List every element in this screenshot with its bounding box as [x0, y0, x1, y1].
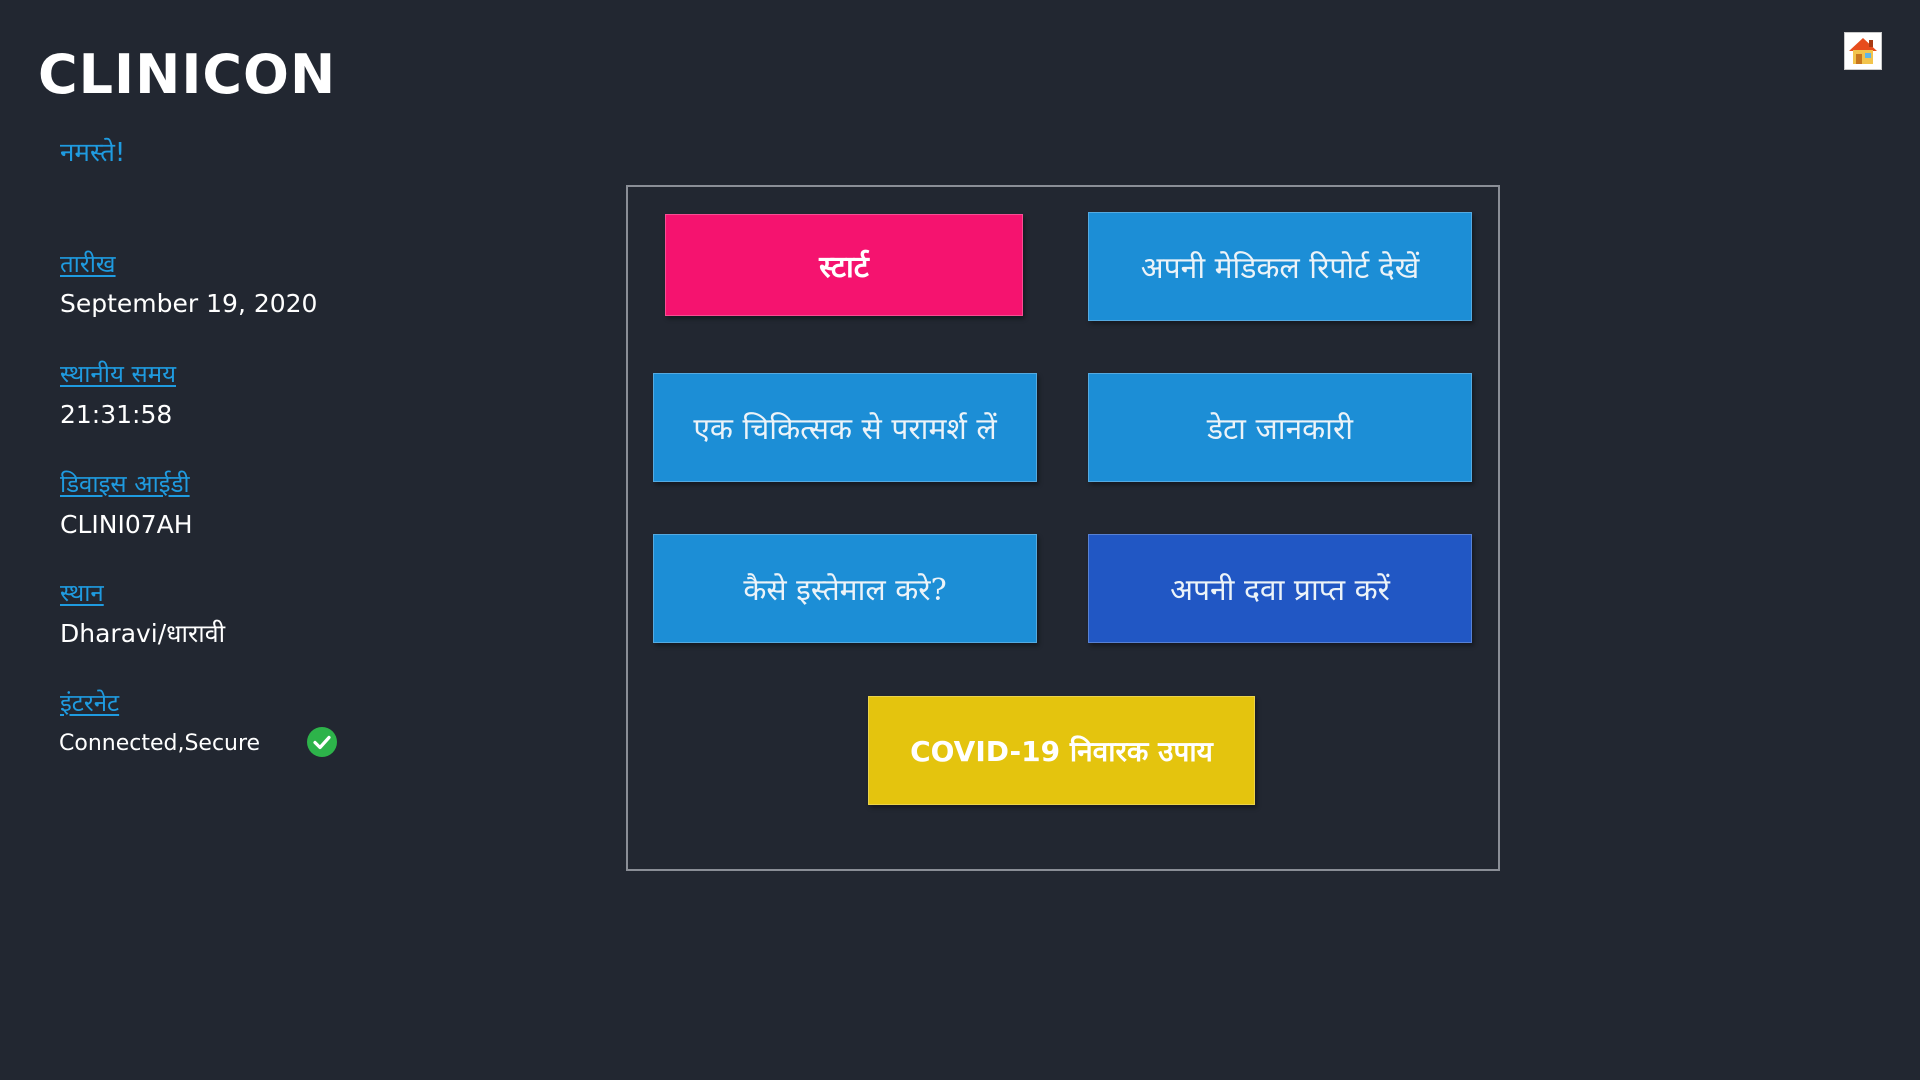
home-icon: [1849, 38, 1877, 64]
date-value: September 19, 2020: [60, 289, 318, 318]
clinicon-home-screen: CLINICON नमस्ते! तारीख September 19, 202…: [0, 0, 1920, 1080]
app-title: CLINICON: [38, 43, 337, 106]
start-button[interactable]: स्टार्ट: [665, 214, 1023, 316]
check-circle-icon: [307, 727, 337, 757]
home-button[interactable]: [1844, 32, 1882, 70]
location-value: Dharavi/धारावी: [60, 619, 226, 648]
local-time-label: स्थानीय समय: [60, 360, 176, 388]
local-time-value: 21:31:58: [60, 400, 173, 429]
get-medicine-button[interactable]: अपनी दवा प्राप्त करें: [1088, 534, 1472, 643]
location-label: स्थान: [60, 579, 104, 607]
view-medical-report-button[interactable]: अपनी मेडिकल रिपोर्ट देखें: [1088, 212, 1472, 321]
internet-label: इंटरनेट: [60, 689, 120, 717]
internet-status-value: Connected,Secure: [59, 731, 261, 756]
greeting-text: नमस्ते!: [60, 138, 126, 168]
device-id-value: CLINI07AH: [60, 510, 193, 539]
covid-prevention-button[interactable]: COVID-19 निवारक उपाय: [868, 696, 1255, 805]
device-id-label: डिवाइस आईडी: [60, 470, 190, 498]
date-label: तारीख: [60, 250, 116, 278]
consult-doctor-button[interactable]: एक चिकित्सक से परामर्श लें: [653, 373, 1037, 482]
data-info-button[interactable]: डेटा जानकारी: [1088, 373, 1472, 482]
how-to-use-button[interactable]: कैसे इस्तेमाल करे?: [653, 534, 1037, 643]
